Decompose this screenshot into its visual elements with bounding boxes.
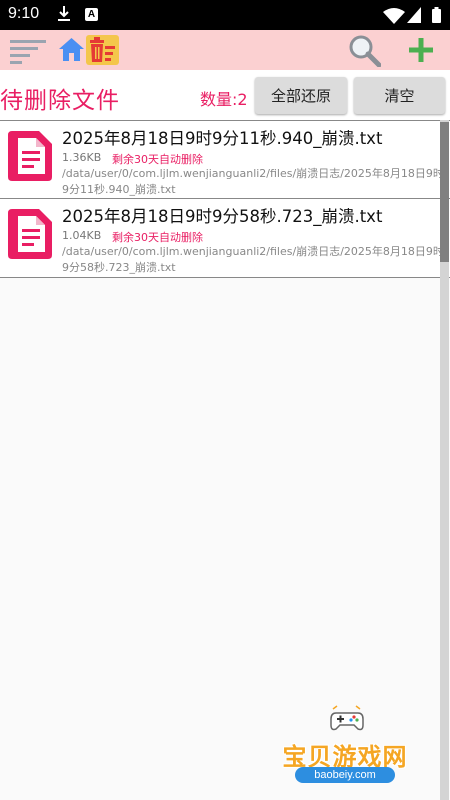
file-size: 1.36KB	[62, 151, 102, 164]
menu-icon[interactable]	[10, 38, 46, 64]
trash-tab[interactable]	[86, 35, 119, 65]
clear-button[interactable]: 清空	[354, 77, 445, 114]
document-icon	[8, 131, 52, 181]
file-item[interactable]: 2025年8月18日9时9分11秒.940_崩溃.txt 1.36KB 剩余30…	[0, 120, 450, 199]
file-size: 1.04KB	[62, 229, 102, 242]
trash-icon	[90, 37, 115, 62]
file-count: 数量:2	[200, 90, 248, 109]
page-title: 待删除文件	[0, 88, 120, 114]
file-name: 2025年8月18日9时9分58秒.723_崩溃.txt	[62, 207, 383, 226]
file-list: 2025年8月18日9时9分11秒.940_崩溃.txt 1.36KB 剩余30…	[0, 120, 450, 278]
file-expire-note: 剩余30天自动删除	[112, 153, 203, 166]
watermark: 宝贝游戏网 baobeiy.com	[270, 705, 420, 797]
file-name: 2025年8月18日9时9分11秒.940_崩溃.txt	[62, 129, 383, 148]
watermark-url: baobeiy.com	[295, 767, 395, 783]
file-path: /data/user/0/com.ljlm.wenjianguanli2/fil…	[62, 167, 444, 196]
battery-icon	[432, 7, 441, 23]
document-icon	[8, 209, 52, 259]
file-item[interactable]: 2025年8月18日9时9分58秒.723_崩溃.txt 1.04KB 剩余30…	[0, 199, 450, 278]
wifi-icon	[383, 8, 405, 24]
download-icon	[58, 6, 70, 21]
signal-icon	[407, 7, 421, 23]
search-icon[interactable]	[348, 34, 381, 67]
header-row: 待删除文件 数量:2 全部还原 清空	[0, 70, 450, 120]
scrollbar-thumb[interactable]	[440, 122, 449, 262]
toolbar	[0, 30, 450, 70]
status-time: 9:10	[8, 5, 40, 22]
add-icon[interactable]	[409, 38, 433, 62]
file-path: /data/user/0/com.ljlm.wenjianguanli2/fil…	[62, 245, 444, 274]
a-badge-icon: A	[85, 8, 98, 21]
home-icon[interactable]	[57, 35, 86, 64]
gamepad-icon	[330, 705, 364, 731]
status-bar: 9:10 A	[0, 0, 450, 30]
file-expire-note: 剩余30天自动删除	[112, 231, 203, 244]
restore-all-button[interactable]: 全部还原	[255, 77, 347, 114]
